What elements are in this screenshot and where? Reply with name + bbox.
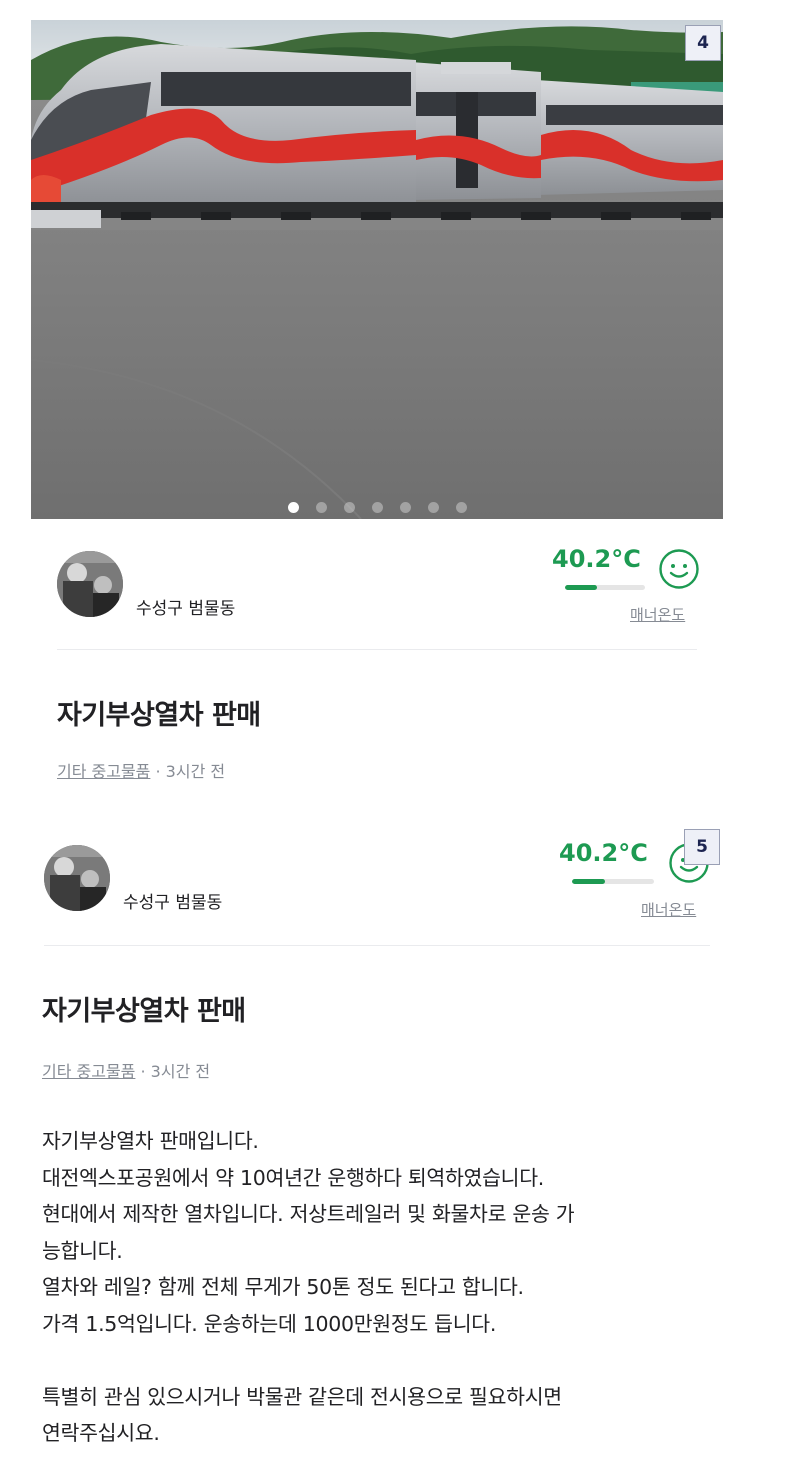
listing-meta: 기타 중고물품 · 3시간 전 xyxy=(57,758,225,782)
manner-temperature: 40.2°C xyxy=(559,839,648,867)
listing-description: 자기부상열차 판매입니다. 대전엑스포공원에서 약 10여년간 운행하다 퇴역하… xyxy=(42,1123,732,1452)
divider xyxy=(44,945,710,946)
listing-title: 자기부상열차 판매 xyxy=(57,700,261,731)
temperature-bar xyxy=(572,879,654,884)
seller-location: 수성구 범물동 xyxy=(123,893,223,913)
manner-temperature: 40.2°C xyxy=(552,545,641,573)
temperature-bar-fill xyxy=(572,879,605,884)
description-line: 가격 1.5억입니다. 운송하는데 1000만원정도 듭니다. xyxy=(42,1311,497,1336)
seller-avatar[interactable] xyxy=(57,551,123,617)
listing-meta: 기타 중고물품 · 3시간 전 xyxy=(42,1058,210,1082)
seller-avatar[interactable] xyxy=(44,845,110,911)
manner-temperature-label[interactable]: 매너온도 xyxy=(641,899,696,920)
description-line: 연락주십시요. xyxy=(42,1421,160,1445)
seller-location: 수성구 범물동 xyxy=(136,599,236,619)
description-line: 자기부상열차 판매입니다. xyxy=(42,1129,259,1153)
carousel-dot[interactable] xyxy=(315,502,327,513)
smiley-face-icon xyxy=(659,549,699,589)
carousel-dot[interactable] xyxy=(343,502,355,513)
carousel-dot[interactable] xyxy=(371,502,383,513)
carousel-dot[interactable] xyxy=(427,502,439,513)
train-photo-illustration xyxy=(31,20,723,519)
annotation-badge-4: 4 xyxy=(685,25,721,61)
annotation-badge-5: 5 xyxy=(684,829,720,865)
divider xyxy=(57,649,697,650)
avatar-photo xyxy=(57,551,123,617)
carousel-dot[interactable] xyxy=(399,502,411,513)
description-line: 능합니다. xyxy=(42,1238,123,1263)
listing-title: 자기부상열차 판매 xyxy=(42,996,246,1027)
carousel-indicator[interactable] xyxy=(31,502,723,513)
description-line: 열차와 레일? 함께 전체 무게가 50톤 정도 된다고 합니다. xyxy=(42,1275,524,1299)
temperature-bar-fill xyxy=(565,585,598,590)
description-line xyxy=(42,1342,732,1379)
avatar-photo xyxy=(44,845,110,911)
carousel-dot[interactable] xyxy=(455,502,467,513)
category-link[interactable]: 기타 중고물품 xyxy=(42,1062,135,1081)
category-link[interactable]: 기타 중고물품 xyxy=(57,762,150,781)
description-line: 특별히 관심 있으시거나 박물관 같은데 전시용으로 필요하시면 xyxy=(42,1384,562,1409)
carousel-dot[interactable] xyxy=(287,502,299,513)
product-photo[interactable] xyxy=(31,20,723,519)
posted-time: · 3시간 전 xyxy=(140,1062,211,1081)
description-line: 현대에서 제작한 열차입니다. 저상트레일러 및 화물차로 운송 가 xyxy=(42,1202,575,1226)
posted-time: · 3시간 전 xyxy=(155,762,226,781)
temperature-bar xyxy=(565,585,645,590)
manner-temperature-label[interactable]: 매너온도 xyxy=(630,604,685,625)
description-line: 대전엑스포공원에서 약 10여년간 운행하다 퇴역하였습니다. xyxy=(42,1165,545,1190)
